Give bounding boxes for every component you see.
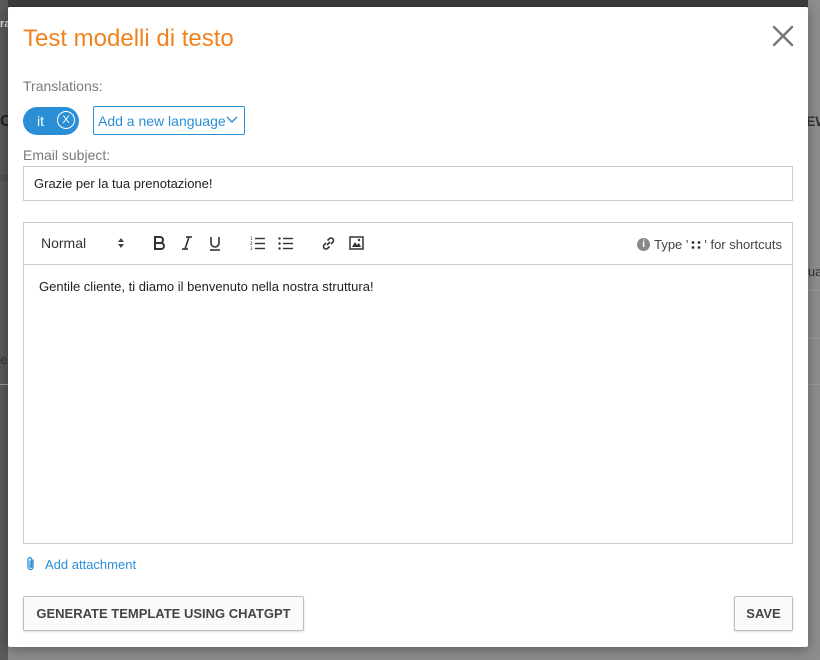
info-icon: i (637, 238, 651, 251)
background-divider (808, 338, 820, 339)
add-attachment-label: Add attachment (45, 556, 137, 572)
add-language-select[interactable]: Add a new language (93, 106, 245, 135)
email-subject-input[interactable] (23, 166, 793, 201)
image-icon (349, 236, 364, 250)
generate-template-button[interactable]: GENERATE TEMPLATE USING CHATGPT (23, 596, 304, 631)
underline-icon (210, 237, 220, 251)
paperclip-icon (27, 557, 34, 571)
background-fragment: ua (808, 264, 820, 279)
shortcuts-hint-suffix: ' for shortcuts (704, 237, 782, 252)
background-fragment: EW (806, 113, 820, 129)
svg-text:3: 3 (250, 246, 253, 250)
rich-text-editor: Normal 1 2 3 i Type ' ' for shortcuts Ge… (23, 222, 793, 544)
modal-title: Test modelli di testo (23, 25, 234, 52)
background-divider (808, 384, 820, 385)
ordered-list-icon: 1 2 3 (250, 236, 265, 251)
bold-button[interactable] (152, 235, 166, 256)
close-button[interactable] (770, 23, 796, 49)
add-language-label: Add a new language (98, 112, 226, 129)
bullet-list-button[interactable] (278, 236, 294, 255)
email-subject-label: Email subject: (23, 147, 111, 163)
image-button[interactable] (349, 236, 364, 255)
italic-icon (182, 236, 192, 250)
close-icon (772, 25, 794, 47)
underline-button[interactable] (208, 235, 222, 256)
format-select-value: Normal (41, 235, 87, 251)
shortcuts-hint-prefix: Type ' (654, 237, 689, 252)
template-test-modal: Test modelli di testo Translations: it X… (8, 7, 808, 647)
ordered-list-button[interactable]: 1 2 3 (250, 236, 266, 255)
background-topbar (0, 0, 820, 7)
background-right-strip (808, 0, 820, 660)
link-button[interactable] (321, 236, 336, 256)
chevron-down-icon (226, 116, 238, 123)
background-divider (808, 290, 820, 291)
editor-content[interactable]: Gentile cliente, ti diamo il benvenuto n… (39, 279, 374, 294)
format-select[interactable]: Normal (41, 235, 131, 251)
bullet-list-icon (278, 237, 293, 250)
drag-dots-icon (691, 240, 701, 249)
link-icon (322, 237, 335, 250)
select-arrows-icon (118, 238, 124, 248)
add-attachment-link[interactable]: Add attachment (25, 556, 136, 572)
italic-button[interactable] (180, 235, 194, 256)
bold-icon (154, 236, 165, 250)
language-chip-it[interactable]: it X (23, 107, 79, 135)
background-left-strip (0, 0, 8, 660)
remove-language-button[interactable]: X (57, 111, 75, 129)
background-divider (0, 384, 8, 385)
editor-toolbar: Normal 1 2 3 i Type ' ' for shortcuts (24, 223, 792, 265)
shortcuts-hint: i Type ' ' for shortcuts (637, 237, 782, 252)
translations-label: Translations: (23, 78, 103, 94)
language-chip-label: it (37, 113, 44, 129)
save-button[interactable]: SAVE (734, 596, 793, 631)
